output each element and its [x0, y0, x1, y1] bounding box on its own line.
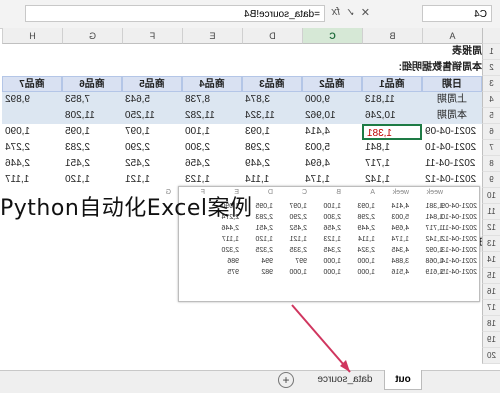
- caption-text: Python自动化Excel案例: [0, 196, 253, 221]
